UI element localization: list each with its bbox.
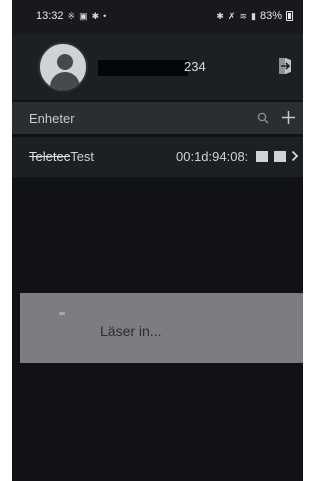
device-name: TeletecTest [29,149,94,164]
device-mac: 00:1d:94:08: [176,149,249,164]
message-icon: ▣ [79,10,88,21]
devices-section-header: Enheter [12,102,303,134]
status-dot: • [103,10,107,21]
battery-percent: 83% [259,10,282,22]
redacted-mac-part [256,151,268,162]
battery-icon [286,11,293,21]
header: 234 [12,34,303,100]
logout-icon[interactable] [278,56,294,76]
wifi-icon: ≋ [239,10,248,21]
signal-icon: ▮ [251,10,256,21]
device-list-item[interactable]: TeletecTest 00:1d:94:08: [12,137,303,177]
chevron-right-icon [291,150,299,162]
mute-icon: ✗ [227,10,236,21]
loading-dialog: Läser in... [20,293,303,363]
search-icon[interactable] [257,112,269,124]
status-bar: 13:32 ※ ▣ ✱ • ✱ ✗ ≋ ▮ 83% [12,0,303,34]
add-device-icon[interactable] [281,110,296,125]
redacted-mac-part [274,151,286,162]
bluetooth-icon: ✱ [216,10,224,21]
avatar-head [57,54,73,70]
avatar[interactable] [38,42,88,92]
section-title: Enheter [29,111,75,126]
avatar-body [50,72,80,90]
app-screen: 13:32 ※ ▣ ✱ • ✱ ✗ ≋ ▮ 83% 234 Enheter Te… [12,0,303,481]
device-name-suffix: Test [70,149,95,164]
alert-icon: ※ [67,10,76,21]
status-time: 13:32 [36,10,64,22]
user-number: 234 [184,59,206,74]
loading-spinner-icon [59,312,65,315]
device-name-prefix: Teletec [29,149,71,164]
app-icon: ✱ [91,10,100,21]
loading-text: Läser in... [100,323,162,339]
redacted-username [98,60,188,76]
